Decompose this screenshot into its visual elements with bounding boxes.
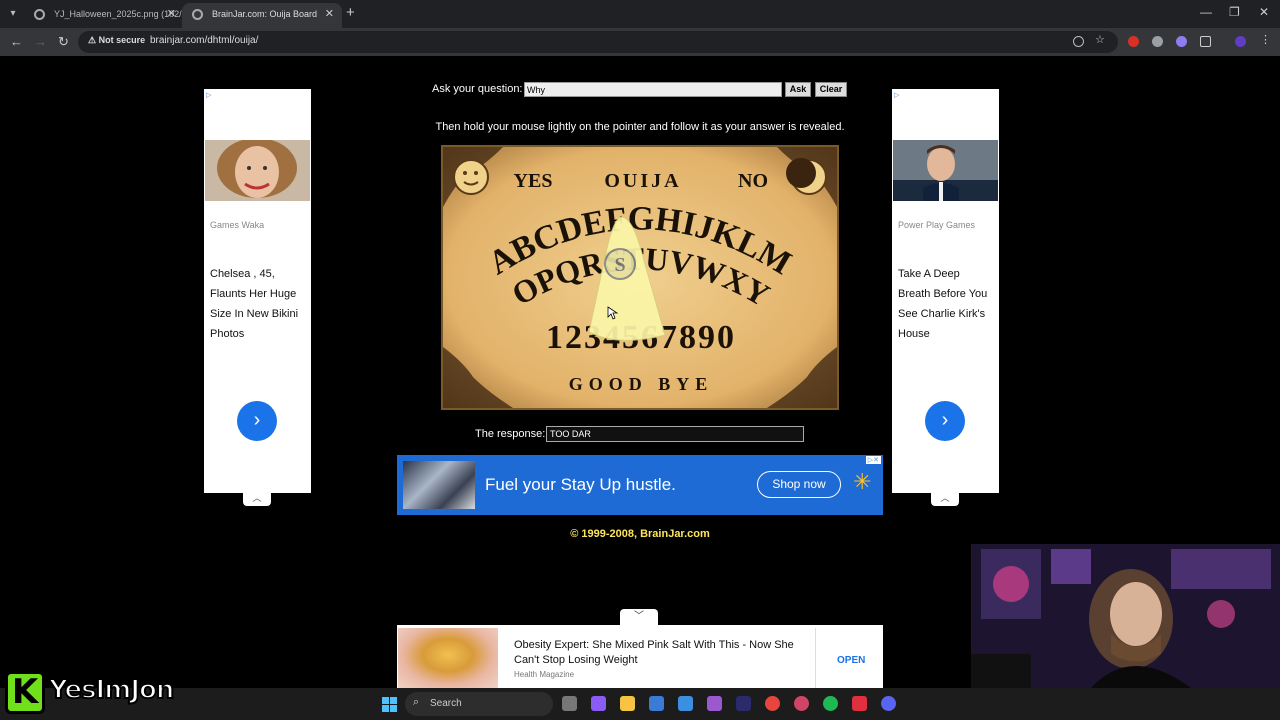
streamer-overlay: K YesImJon	[5, 671, 198, 714]
reload-icon[interactable]: ↻	[58, 34, 69, 50]
new-tab-icon[interactable]: +	[346, 4, 355, 21]
tab-brainjar[interactable]: BrainJar.com: Ouija Board ✕	[182, 3, 342, 28]
tab-title: YJ_Halloween_2025c.png (102/	[54, 9, 182, 19]
search-icon: ⌕	[413, 696, 420, 708]
ask-button[interactable]: Ask	[785, 82, 811, 97]
ad-photo[interactable]	[205, 140, 310, 201]
ad-choices-icon[interactable]: ▷	[206, 91, 211, 99]
page-content: ▷ Games Waka Chelsea , 45, Flaunts Her H…	[0, 56, 1280, 688]
close-icon[interactable]: ✕	[167, 3, 176, 25]
ad-image[interactable]	[403, 461, 475, 509]
ad-title[interactable]: Obesity Expert: She Mixed Pink Salt With…	[514, 638, 794, 668]
instructions-text: Then hold your mouse lightly on the poin…	[435, 121, 845, 133]
question-label: Ask your question:	[432, 83, 523, 95]
maps-pin-icon[interactable]	[794, 696, 809, 711]
windows-start-icon[interactable]	[382, 697, 397, 712]
extensions-puzzle-icon[interactable]	[1200, 36, 1211, 47]
chevron-right-icon[interactable]: ›	[925, 401, 965, 441]
address-bar: ← → ↻ ⚠ Not secure brainjar.com/dhtml/ou…	[0, 28, 1280, 56]
browser-tab-bar: ▾ YJ_Halloween_2025c.png (102/ ✕ BrainJa…	[0, 0, 1280, 28]
ad-choices-icon[interactable]: ▷	[894, 91, 899, 99]
extension-icon[interactable]	[1176, 36, 1187, 47]
banner-ad[interactable]: Fuel your Stay Up hustle. Shop now ✳ ▷✕	[397, 455, 883, 515]
tab-title: BrainJar.com: Ouija Board	[212, 9, 318, 19]
back-icon[interactable]: ←	[10, 34, 23, 49]
ad-choices-icon[interactable]: ▷✕	[865, 456, 881, 464]
not-secure-label[interactable]: ⚠ Not secure	[88, 35, 145, 46]
ad-headline[interactable]: Take A Deep Breath Before You See Charli…	[898, 264, 993, 344]
ad-photo[interactable]	[893, 140, 998, 201]
obs-icon[interactable]	[852, 696, 867, 711]
svg-text:S: S	[614, 254, 625, 276]
spotify-icon[interactable]	[823, 696, 838, 711]
restore-icon[interactable]: ❐	[1229, 5, 1240, 19]
chevron-down-icon[interactable]: ﹀	[620, 609, 658, 625]
bottom-ad[interactable]: Obesity Expert: She Mixed Pink Salt With…	[397, 625, 883, 688]
task-view-icon[interactable]	[562, 696, 577, 711]
tab-search-menu-icon[interactable]: ▾	[4, 5, 22, 23]
chevron-up-icon[interactable]: ︿	[931, 493, 959, 506]
goodbye-label: GOOD BYE	[569, 374, 714, 394]
board-title: OUIJA	[604, 170, 681, 192]
banner-text[interactable]: Fuel your Stay Up hustle.	[485, 475, 676, 495]
shop-now-button[interactable]: Shop now	[757, 471, 841, 498]
tab-favicon-icon	[192, 9, 203, 20]
divider	[815, 628, 816, 688]
ad-source[interactable]: Games Waka	[210, 220, 264, 230]
question-input[interactable]	[524, 82, 782, 97]
walmart-spark-icon: ✳	[853, 469, 872, 494]
chevron-up-icon[interactable]: ︿	[243, 493, 271, 506]
discord-icon[interactable]	[881, 696, 896, 711]
menu-kebab-icon[interactable]: ⋮	[1260, 33, 1271, 46]
app-icon[interactable]	[736, 696, 751, 711]
bookmark-star-icon[interactable]: ☆	[1095, 33, 1106, 46]
response-field: TOO DAR	[546, 426, 804, 442]
omnibox[interactable]: ⚠ Not secure brainjar.com/dhtml/ouija/	[78, 31, 1118, 53]
tab-yj-halloween[interactable]: YJ_Halloween_2025c.png (102/ ✕	[24, 3, 184, 28]
left-ad[interactable]: ▷ Games Waka Chelsea , 45, Flaunts Her H…	[204, 89, 311, 493]
copyright: © 1999-2008, BrainJar.com	[570, 528, 710, 540]
tab-favicon-icon	[34, 9, 45, 20]
window-close-icon[interactable]: ✕	[1259, 5, 1269, 19]
profile-avatar[interactable]	[1235, 36, 1246, 47]
no-label: NO	[738, 170, 768, 192]
extension-record-icon[interactable]	[1128, 36, 1139, 47]
mail-icon[interactable]	[678, 696, 693, 711]
ad-source[interactable]: Power Play Games	[898, 220, 975, 230]
right-ad[interactable]: ▷ Power Play Games Take A Deep Breath Be…	[892, 89, 999, 493]
open-button[interactable]: OPEN	[837, 655, 865, 666]
streamer-badge: K	[5, 671, 45, 714]
taskbar-search[interactable]: ⌕ Search	[405, 692, 553, 716]
eye-off-icon[interactable]	[1073, 36, 1084, 47]
url-text[interactable]: brainjar.com/dhtml/ouija/	[150, 35, 258, 46]
ad-headline[interactable]: Chelsea , 45, Flaunts Her Huge Size In N…	[210, 264, 305, 344]
forward-icon[interactable]: →	[34, 34, 47, 49]
streamer-name: YesImJon	[48, 674, 175, 706]
close-icon[interactable]: ✕	[325, 3, 334, 25]
clear-button[interactable]: Clear	[815, 82, 847, 97]
ad-image[interactable]	[398, 628, 498, 688]
ad-source: Health Magazine	[514, 670, 575, 679]
store-icon[interactable]	[649, 696, 664, 711]
extension-icon[interactable]	[1152, 36, 1163, 47]
board-graphic: YES OUIJA NO ABCDEFGHIJKLM NOPQRSTUVWXYZ…	[443, 147, 837, 408]
minimize-icon[interactable]: —	[1200, 5, 1212, 19]
sun-icon	[453, 159, 489, 195]
search-placeholder: Search	[430, 698, 462, 709]
chevron-right-icon[interactable]: ›	[237, 401, 277, 441]
chrome-icon[interactable]	[765, 696, 780, 711]
response-label: The response:	[475, 428, 546, 440]
webcam-overlay	[971, 544, 1280, 688]
copilot-icon[interactable]	[591, 696, 606, 711]
office-icon[interactable]	[707, 696, 722, 711]
file-explorer-icon[interactable]	[620, 696, 635, 711]
ouija-board[interactable]: YES OUIJA NO ABCDEFGHIJKLM NOPQRSTUVWXYZ…	[441, 145, 839, 410]
yes-label: YES	[514, 170, 553, 192]
